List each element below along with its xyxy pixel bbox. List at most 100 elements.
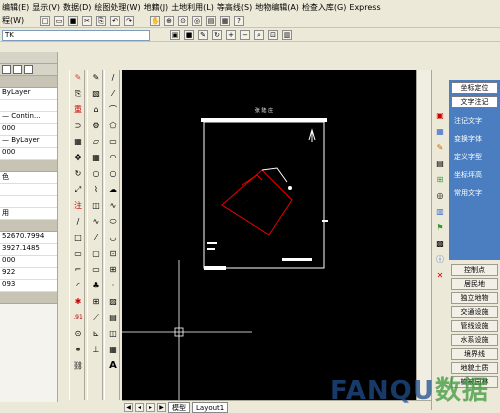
coord-locate-button[interactable]: 坐标定位: [451, 82, 498, 94]
redo-icon[interactable]: ↷: [124, 16, 134, 26]
annotate-e-icon[interactable]: ⊞: [434, 174, 446, 186]
link-define-font[interactable]: 定义字型: [454, 152, 482, 162]
construction-line-icon[interactable]: ⁄: [107, 88, 119, 100]
zoom-icon[interactable]: ⊕: [164, 16, 174, 26]
link-annotate-text[interactable]: 注记文字: [454, 116, 482, 126]
tab-last-icon[interactable]: ▶: [157, 402, 166, 412]
break-icon[interactable]: ▭: [72, 248, 84, 260]
pickadd-icon[interactable]: [24, 65, 33, 74]
arc-icon[interactable]: ◠: [107, 152, 119, 164]
gear-icon[interactable]: ⚙: [90, 120, 102, 132]
cloud-icon[interactable]: ☁: [107, 184, 119, 196]
menu-cadastre[interactable]: 地籍(J): [144, 2, 169, 13]
pipeline-facility-button[interactable]: 管线设施: [451, 320, 498, 332]
gradient-icon[interactable]: ▤: [107, 312, 119, 324]
tab-next-icon[interactable]: ▸: [146, 402, 155, 412]
text-annotate-button[interactable]: 文字注记: [451, 96, 498, 108]
prop-center-x[interactable]: 52670.7994: [0, 232, 57, 244]
copy-object-icon[interactable]: ⎘: [72, 88, 84, 100]
make-block-icon[interactable]: ⊞: [107, 264, 119, 276]
region2-icon[interactable]: ◫: [107, 328, 119, 340]
annotate-c-icon[interactable]: ✎: [434, 142, 446, 154]
point-icon[interactable]: ·: [107, 280, 119, 292]
menu-edit[interactable]: 编辑(E): [2, 2, 29, 13]
section-misc[interactable]: [0, 292, 57, 304]
menu-data[interactable]: 数据(D): [63, 2, 91, 13]
annotate-i-icon[interactable]: ▩: [434, 238, 446, 250]
hatch-icon[interactable]: ▧: [90, 88, 102, 100]
menu-view[interactable]: 显示(V): [32, 2, 60, 13]
node-icon[interactable]: ⊙: [72, 328, 84, 340]
boundary-button[interactable]: 境界线: [451, 348, 498, 360]
menu-landuse[interactable]: 土地利用(L): [171, 2, 214, 13]
new-icon[interactable]: □: [40, 16, 50, 26]
section-view[interactable]: [0, 220, 57, 232]
diag-icon[interactable]: ⟋: [90, 312, 102, 324]
pline-icon[interactable]: ⌒: [107, 104, 119, 116]
traffic-facility-button[interactable]: 交通设施: [451, 306, 498, 318]
rotate-icon[interactable]: ↻: [72, 168, 84, 180]
house-icon[interactable]: ⌂: [90, 104, 102, 116]
menu-contour[interactable]: 等高线(S): [217, 2, 252, 13]
line-icon[interactable]: ∕: [107, 72, 119, 84]
prop-center-z[interactable]: 000: [0, 256, 57, 268]
prop-layer[interactable]: [0, 100, 57, 112]
section-general[interactable]: [0, 76, 57, 88]
menu-check[interactable]: 检查入库(G): [302, 2, 346, 13]
link-common-text[interactable]: 常用文字: [454, 188, 482, 198]
refresh-icon[interactable]: ↻: [212, 30, 222, 40]
dline-icon[interactable]: ⁄: [90, 232, 102, 244]
annotate-f-icon[interactable]: ◎: [434, 190, 446, 202]
curve-icon[interactable]: ∿: [90, 216, 102, 228]
pattern-icon[interactable]: ▦: [90, 152, 102, 164]
menu-feature-edit[interactable]: 地物编辑(A): [255, 2, 299, 13]
design-center-icon[interactable]: ▦: [220, 16, 230, 26]
prop-lineweight[interactable]: — ByLayer: [0, 136, 57, 148]
fillet-icon[interactable]: ◜: [72, 280, 84, 292]
prop-width[interactable]: 093: [0, 280, 57, 292]
quick-select-icon[interactable]: [13, 65, 22, 74]
annotate-b-icon[interactable]: ▦: [434, 126, 446, 138]
circle2-icon[interactable]: ○: [107, 168, 119, 180]
insert-block-icon[interactable]: ⊡: [107, 248, 119, 260]
offset-icon[interactable]: ⊃: [72, 120, 84, 132]
annotate-a-icon[interactable]: ▣: [434, 110, 446, 122]
cut-icon[interactable]: ✂: [82, 16, 92, 26]
tab-prev-icon[interactable]: ◂: [135, 402, 144, 412]
extend-icon[interactable]: □: [72, 232, 84, 244]
spline-icon[interactable]: ∿: [107, 200, 119, 212]
pencil-icon[interactable]: ✎: [198, 30, 208, 40]
array-icon[interactable]: ▦: [72, 136, 84, 148]
prop-linetype[interactable]: — Contin...: [0, 112, 57, 124]
tab-layout1[interactable]: Layout1: [192, 401, 229, 413]
open-icon[interactable]: ▭: [54, 16, 64, 26]
annotate-icon[interactable]: 注: [72, 200, 84, 212]
region-icon[interactable]: ◫: [90, 200, 102, 212]
save2-icon[interactable]: ■: [184, 30, 194, 40]
tree-icon[interactable]: ♣: [90, 280, 102, 292]
ellipse-icon[interactable]: ⬭: [107, 216, 119, 228]
menu-second-row[interactable]: 程(W): [2, 15, 24, 26]
zoom-out-icon[interactable]: −: [240, 30, 250, 40]
erase-icon[interactable]: ✎: [72, 72, 84, 84]
tab-model[interactable]: 模型: [168, 401, 190, 413]
copy-icon[interactable]: ⎘: [96, 16, 106, 26]
explode-91-icon[interactable]: .91: [72, 312, 84, 324]
menu-express[interactable]: Express: [349, 3, 380, 12]
polygon-icon[interactable]: ⬠: [107, 120, 119, 132]
prop-thickness[interactable]: 000: [0, 148, 57, 160]
pan-icon[interactable]: ✋: [150, 16, 160, 26]
prop-plot-table[interactable]: [0, 184, 57, 196]
brush-icon[interactable]: ✎: [90, 72, 102, 84]
polyline-icon[interactable]: ⌇: [90, 184, 102, 196]
explode-icon[interactable]: ✱: [72, 296, 84, 308]
search-icon[interactable]: ⌕: [254, 30, 264, 40]
layer-select[interactable]: TK: [2, 30, 150, 41]
control-point-button[interactable]: 控制点: [451, 264, 498, 276]
vertical-scrollbar[interactable]: [416, 70, 431, 400]
zoom-in-icon[interactable]: +: [226, 30, 236, 40]
wipe-icon[interactable]: ▢: [90, 248, 102, 260]
table-icon[interactable]: ▦: [107, 344, 119, 356]
drawing-canvas[interactable]: 张 陆 庄 · · · · ·: [122, 70, 431, 400]
independent-feature-button[interactable]: 独立地物: [451, 292, 498, 304]
